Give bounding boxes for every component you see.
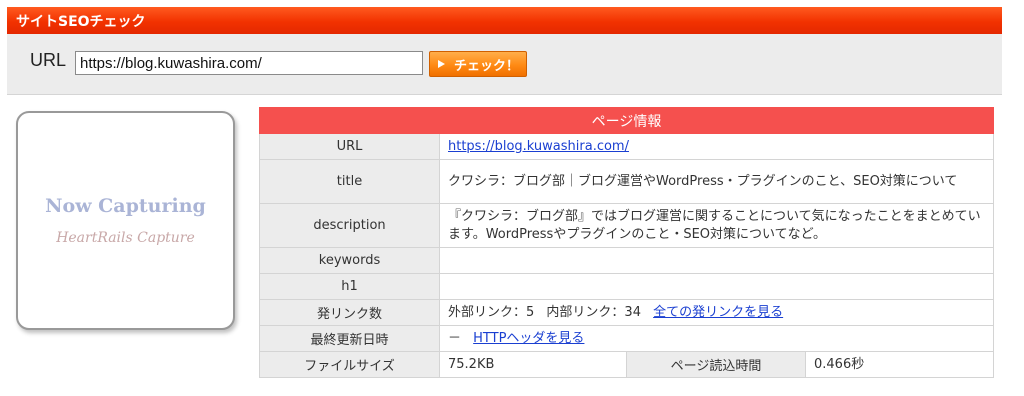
title-row-label: title bbox=[259, 159, 440, 204]
check-button-label: チェック！ bbox=[454, 57, 520, 73]
load-time-label: ページ読込時間 bbox=[626, 351, 806, 378]
file-size-value: 75.2KB bbox=[439, 351, 627, 378]
file-size-row-label: ファイルサイズ bbox=[259, 351, 440, 378]
site-url-link[interactable]: https://blog.kuwashira.com/ bbox=[448, 139, 629, 154]
table-row: URL https://blog.kuwashira.com/ bbox=[259, 133, 995, 160]
http-header-link[interactable]: HTTPヘッダを見る bbox=[473, 331, 584, 346]
table-row: 最終更新日時 － HTTPヘッダを見る bbox=[259, 325, 995, 352]
h1-row-label: h1 bbox=[259, 273, 440, 300]
keywords-row-label: keywords bbox=[259, 247, 440, 274]
table-row: description 『クワシラ：ブログ部』ではブログ運営に関することについて… bbox=[259, 203, 995, 248]
site-thumbnail: Now Capturing HeartRails Capture bbox=[16, 111, 235, 330]
url-row-label: URL bbox=[259, 133, 440, 160]
play-icon bbox=[438, 60, 445, 68]
links-row-value: 外部リンク：5 内部リンク：34 全ての発リンクを見る bbox=[438, 299, 995, 326]
page-info-header: ページ情報 bbox=[258, 107, 995, 134]
url-row-value: https://blog.kuwashira.com/ bbox=[438, 133, 995, 160]
url-label: URL bbox=[30, 50, 67, 70]
all-links-link[interactable]: 全ての発リンクを見る bbox=[653, 305, 783, 320]
table-row: title クワシラ：ブログ部｜ブログ運営やWordPress・プラグインのこと… bbox=[259, 159, 995, 204]
description-row-value: 『クワシラ：ブログ部』ではブログ運営に関することについて気になったことをまとめて… bbox=[438, 203, 995, 248]
title-row-value: クワシラ：ブログ部｜ブログ運営やWordPress・プラグインのこと、SEO対策… bbox=[438, 159, 995, 204]
internal-link-count: 内部リンク：34 bbox=[546, 304, 641, 320]
last-modified-row-value: － HTTPヘッダを見る bbox=[438, 325, 995, 352]
header-bar: サイトSEOチェック bbox=[7, 7, 1002, 34]
load-time-value: 0.466秒 bbox=[804, 351, 995, 378]
table-row: h1 bbox=[259, 273, 995, 300]
external-link-count: 外部リンク：5 bbox=[448, 304, 535, 320]
check-button[interactable]: チェック！ bbox=[429, 51, 527, 77]
thumbnail-sub-text: HeartRails Capture bbox=[56, 230, 195, 246]
url-input[interactable] bbox=[75, 51, 423, 75]
table-row: ファイルサイズ 75.2KB ページ読込時間 0.466秒 bbox=[259, 351, 995, 378]
url-form: URL チェック！ bbox=[7, 34, 1002, 95]
page-info-title: ページ情報 bbox=[258, 107, 995, 134]
h1-row-value bbox=[438, 273, 995, 300]
description-row-label: description bbox=[259, 203, 440, 248]
table-row: keywords bbox=[259, 247, 995, 274]
last-modified-value: － bbox=[448, 330, 462, 346]
page-title: サイトSEOチェック bbox=[16, 14, 146, 30]
keywords-row-value bbox=[438, 247, 995, 274]
table-row: 発リンク数 外部リンク：5 内部リンク：34 全ての発リンクを見る bbox=[259, 299, 995, 326]
page-info-table: ページ情報 URL https://blog.kuwashira.com/ ti… bbox=[258, 107, 995, 378]
links-row-label: 発リンク数 bbox=[259, 299, 440, 326]
thumbnail-main-text: Now Capturing bbox=[45, 195, 206, 217]
last-modified-row-label: 最終更新日時 bbox=[259, 325, 440, 352]
